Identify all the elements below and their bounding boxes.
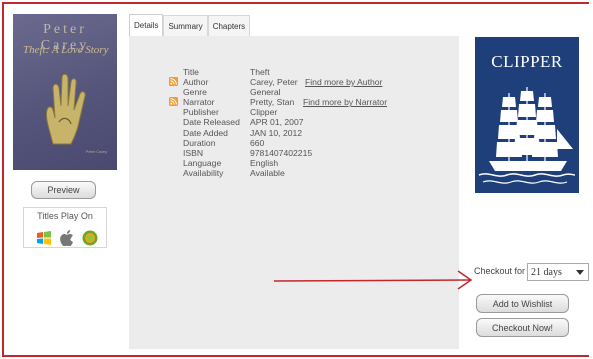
annotation-arrow — [273, 270, 473, 290]
